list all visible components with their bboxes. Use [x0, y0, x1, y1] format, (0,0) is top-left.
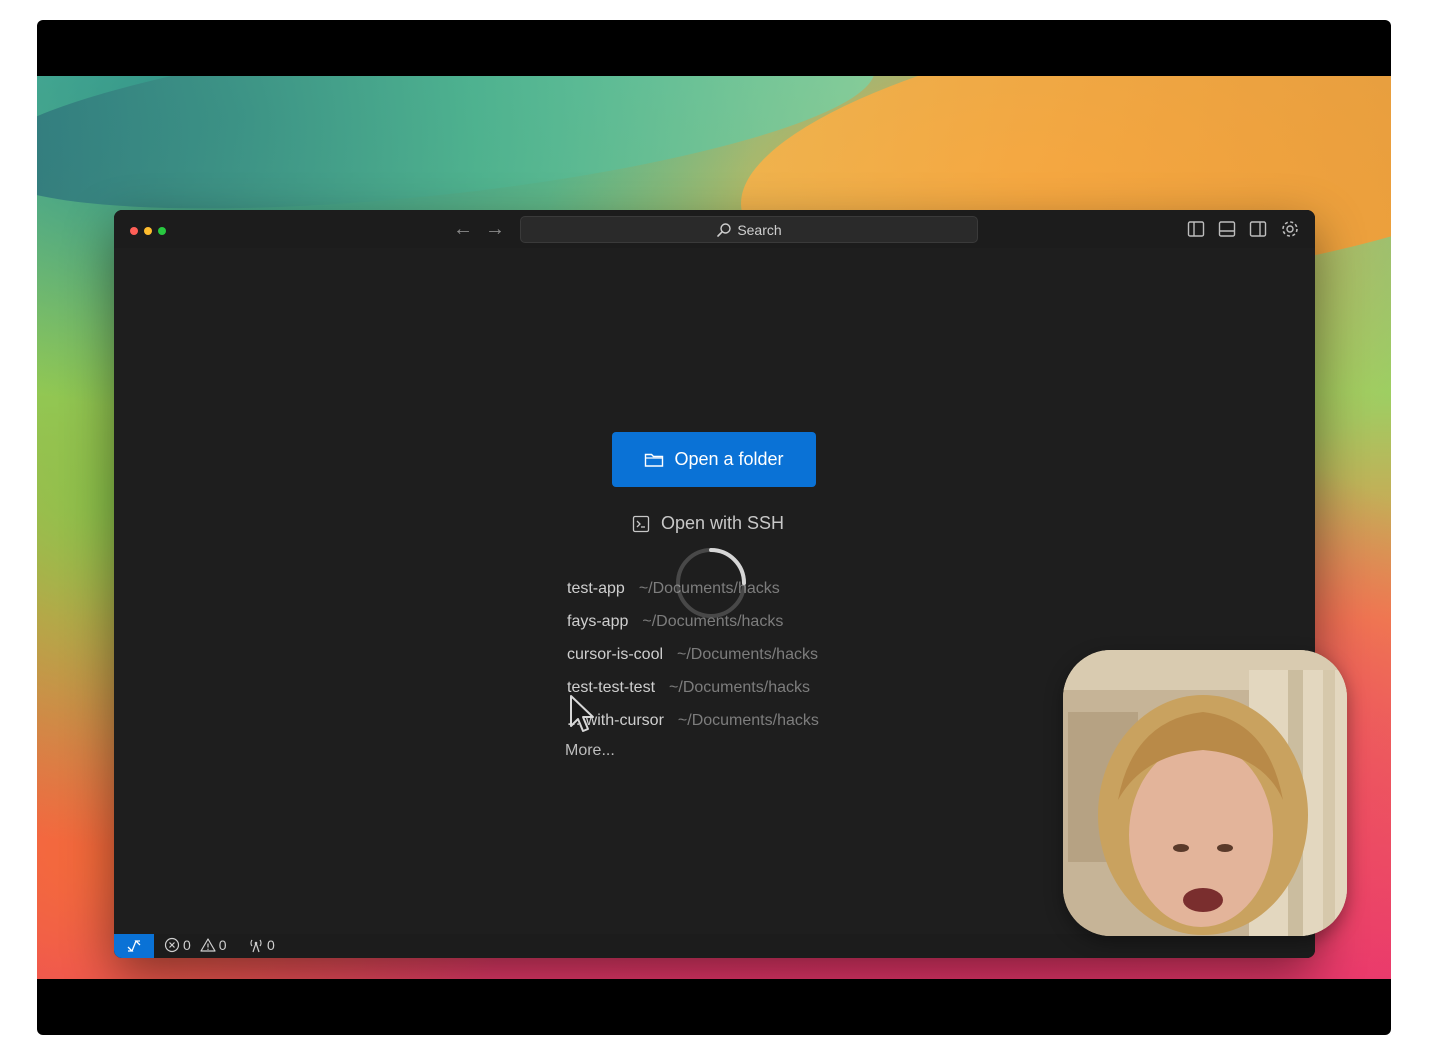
- error-icon: [164, 937, 180, 953]
- more-recent-link[interactable]: More...: [565, 742, 615, 760]
- error-count: 0: [183, 937, 191, 953]
- webcam-feed-image: [1063, 650, 1347, 936]
- status-bar: 0 0 0: [114, 934, 1315, 958]
- problems-indicator[interactable]: 0 0: [164, 937, 233, 953]
- recent-project[interactable]: ...-with-cursor ~/Documents/hacks: [567, 712, 819, 730]
- open-folder-label: Open a folder: [674, 449, 784, 469]
- ports-count: 0: [267, 937, 275, 953]
- toggle-sidebar-icon[interactable]: [1186, 219, 1206, 239]
- search-icon: [717, 223, 732, 237]
- webcam-overlay: [1063, 650, 1347, 936]
- recent-project-path: ~/Documents/hacks: [669, 679, 810, 696]
- folder-icon: [645, 453, 664, 467]
- recent-project-name: fays-app: [567, 613, 629, 630]
- recent-project-path: ~/Documents/hacks: [677, 646, 818, 663]
- title-bar: ← → Search: [114, 210, 1315, 248]
- loading-spinner-icon: [676, 548, 746, 618]
- ports-indicator[interactable]: 0: [248, 937, 275, 953]
- warning-icon: [200, 938, 216, 952]
- recent-project-name: cursor-is-cool: [567, 646, 664, 663]
- toggle-panel-icon[interactable]: [1217, 219, 1237, 239]
- recent-project[interactable]: cursor-is-cool ~/Documents/hacks: [567, 646, 818, 664]
- warning-count: 0: [218, 937, 227, 953]
- terminal-icon: [632, 515, 650, 532]
- zoom-window-button[interactable]: [158, 227, 166, 235]
- close-window-button[interactable]: [130, 227, 138, 235]
- recent-project[interactable]: test-test-test ~/Documents/hacks: [567, 679, 810, 697]
- mouse-pointer-icon: [570, 695, 594, 732]
- recent-project-path: ~/Documents/hacks: [677, 712, 819, 729]
- remote-icon: [127, 940, 141, 952]
- open-with-ssh-button[interactable]: Open with SSH: [632, 513, 784, 534]
- toggle-secondary-sidebar-icon[interactable]: [1248, 219, 1268, 239]
- recent-project-name: test-app: [567, 580, 625, 597]
- open-with-ssh-label: Open with SSH: [661, 513, 785, 533]
- open-folder-button[interactable]: Open a folder: [612, 432, 816, 487]
- remote-connection-button[interactable]: [114, 934, 154, 958]
- minimize-window-button[interactable]: [144, 227, 152, 235]
- forward-arrow-icon[interactable]: →: [485, 218, 505, 240]
- gear-icon[interactable]: [1280, 219, 1300, 239]
- broadcast-icon: [250, 939, 262, 953]
- search-label: Search: [737, 222, 782, 238]
- back-arrow-icon[interactable]: ←: [453, 218, 473, 240]
- command-search-box[interactable]: Search: [520, 216, 978, 243]
